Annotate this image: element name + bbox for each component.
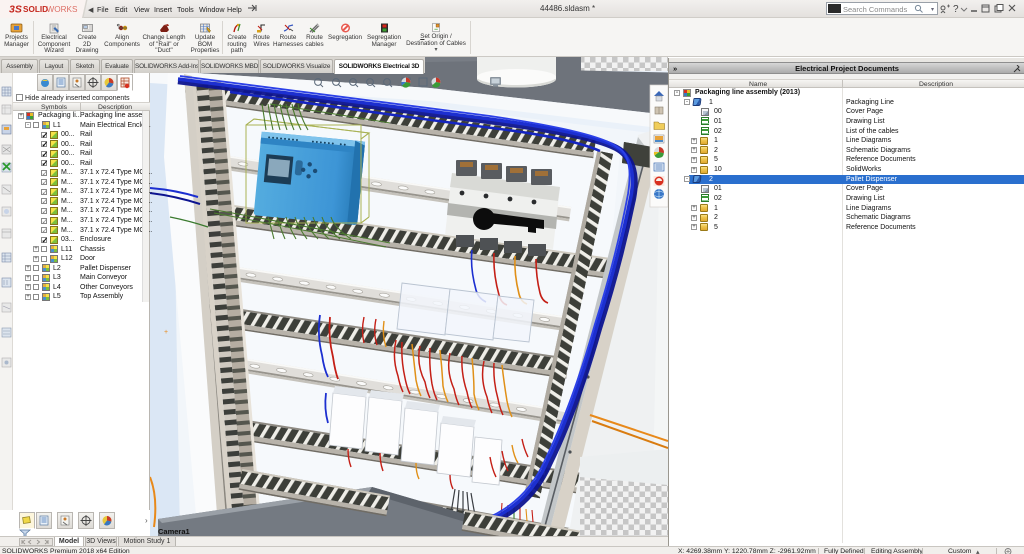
svg-text:WORKS: WORKS bbox=[47, 5, 78, 14]
svg-text:Camera1: Camera1 bbox=[158, 527, 190, 536]
svg-text:?: ? bbox=[953, 4, 959, 15]
svg-text:3S: 3S bbox=[9, 4, 22, 16]
svg-text:SOLID: SOLID bbox=[23, 5, 48, 14]
svg-text:+: + bbox=[164, 329, 168, 336]
